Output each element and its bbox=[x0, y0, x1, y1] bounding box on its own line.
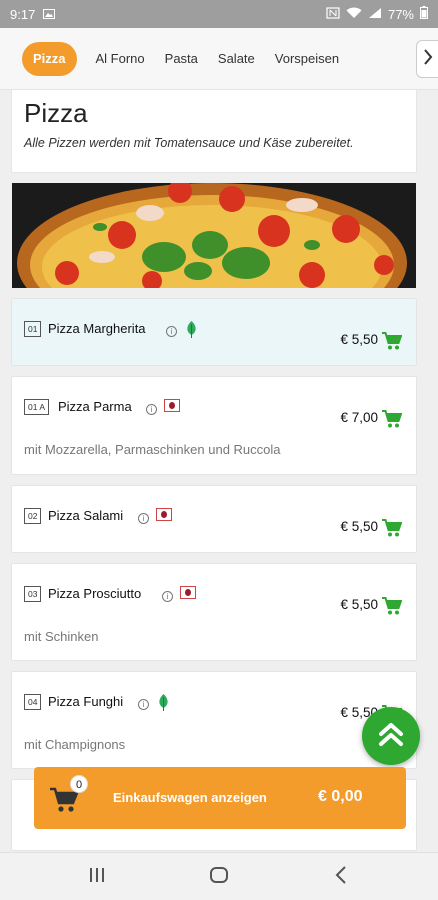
battery-percent: 77% bbox=[387, 6, 414, 22]
cart-count-badge: 0 bbox=[70, 775, 88, 793]
status-bar: 9:17 77% bbox=[0, 0, 438, 28]
add-to-cart-icon[interactable] bbox=[382, 519, 403, 537]
signal-icon bbox=[368, 7, 382, 22]
vegetarian-leaf-icon bbox=[186, 321, 197, 338]
info-icon[interactable]: i bbox=[138, 513, 149, 524]
meat-badge-icon bbox=[164, 399, 180, 412]
meat-badge-icon bbox=[156, 508, 172, 521]
add-to-cart-icon[interactable] bbox=[382, 410, 403, 428]
double-chevron-up-icon bbox=[377, 720, 405, 753]
view-cart-button[interactable]: 0 Einkaufswagen anzeigen € 0,00 bbox=[34, 767, 406, 829]
item-name: Pizza Parma bbox=[58, 399, 132, 414]
cart-label: Einkaufswagen anzeigen bbox=[113, 790, 267, 805]
item-price: € 5,50 bbox=[340, 597, 378, 612]
wifi-icon bbox=[346, 7, 362, 22]
item-description: mit Schinken bbox=[24, 629, 99, 644]
section-header: Pizza Alle Pizzen werden mit Tomatensauc… bbox=[11, 90, 417, 173]
item-number: 01 bbox=[24, 321, 42, 337]
back-icon[interactable] bbox=[334, 865, 348, 890]
item-number: 02 bbox=[24, 508, 42, 524]
cart-total: € 0,00 bbox=[318, 788, 363, 805]
pizza-banner-image bbox=[12, 183, 416, 288]
menu-item[interactable]: 02 Pizza Salami i € 5,50 bbox=[11, 485, 417, 553]
info-icon[interactable]: i bbox=[138, 699, 149, 710]
vegetarian-leaf-icon bbox=[158, 694, 169, 711]
scroll-to-top-button[interactable] bbox=[362, 707, 420, 765]
menu-item[interactable]: 03 Pizza Prosciutto i € 5,50 mit Schinke… bbox=[11, 563, 417, 661]
add-to-cart-icon[interactable] bbox=[382, 597, 403, 615]
image-notification-icon bbox=[43, 7, 56, 22]
item-name: Pizza Prosciutto bbox=[48, 586, 142, 601]
item-number: 03 bbox=[24, 586, 42, 602]
item-description: mit Mozzarella, Parmaschinken und Ruccol… bbox=[24, 442, 281, 457]
info-icon[interactable]: i bbox=[162, 591, 173, 602]
section-description: Alle Pizzen werden mit Tomatensauce und … bbox=[24, 136, 354, 150]
item-name: Pizza Margherita bbox=[48, 321, 146, 336]
tab-al-forno[interactable]: Al Forno bbox=[96, 42, 145, 76]
item-name: Pizza Salami bbox=[48, 508, 124, 523]
meat-badge-icon bbox=[180, 586, 196, 599]
menu-item[interactable]: 01 A Pizza Parma i € 7,00 mit Mozzarella… bbox=[11, 376, 417, 475]
tabs-scroll-right-button[interactable] bbox=[416, 40, 438, 78]
system-navigation-bar bbox=[0, 852, 438, 900]
menu-item[interactable]: 01 Pizza Margherita i € 5,50 bbox=[11, 298, 417, 366]
item-description: mit Champignons bbox=[24, 737, 126, 752]
nfc-icon bbox=[326, 6, 340, 22]
tab-pasta[interactable]: Pasta bbox=[165, 42, 198, 76]
tab-pizza[interactable]: Pizza bbox=[22, 41, 77, 76]
item-price: € 5,50 bbox=[340, 332, 378, 347]
item-price: € 7,00 bbox=[340, 410, 378, 425]
item-number: 04 bbox=[24, 694, 42, 710]
add-to-cart-icon[interactable] bbox=[382, 332, 403, 350]
home-icon[interactable] bbox=[209, 865, 229, 890]
tab-vorspeisen[interactable]: Vorspeisen bbox=[275, 42, 339, 76]
status-time: 9:17 bbox=[10, 6, 36, 22]
item-name: Pizza Funghi bbox=[48, 694, 124, 709]
item-price: € 5,50 bbox=[340, 519, 378, 534]
tab-salate[interactable]: Salate bbox=[218, 42, 255, 76]
info-icon[interactable]: i bbox=[146, 404, 157, 415]
battery-icon bbox=[420, 6, 428, 22]
info-icon[interactable]: i bbox=[166, 326, 177, 337]
item-number: 01 A bbox=[24, 399, 50, 415]
category-tabs: Pizza Al Forno Pasta Salate Vorspeisen bbox=[0, 28, 438, 90]
recent-apps-icon[interactable] bbox=[88, 865, 106, 890]
chevron-right-icon bbox=[423, 48, 433, 70]
section-title: Pizza bbox=[24, 98, 88, 128]
menu-item[interactable]: 04 Pizza Funghi i € 5,50 mit Champignons bbox=[11, 671, 417, 769]
